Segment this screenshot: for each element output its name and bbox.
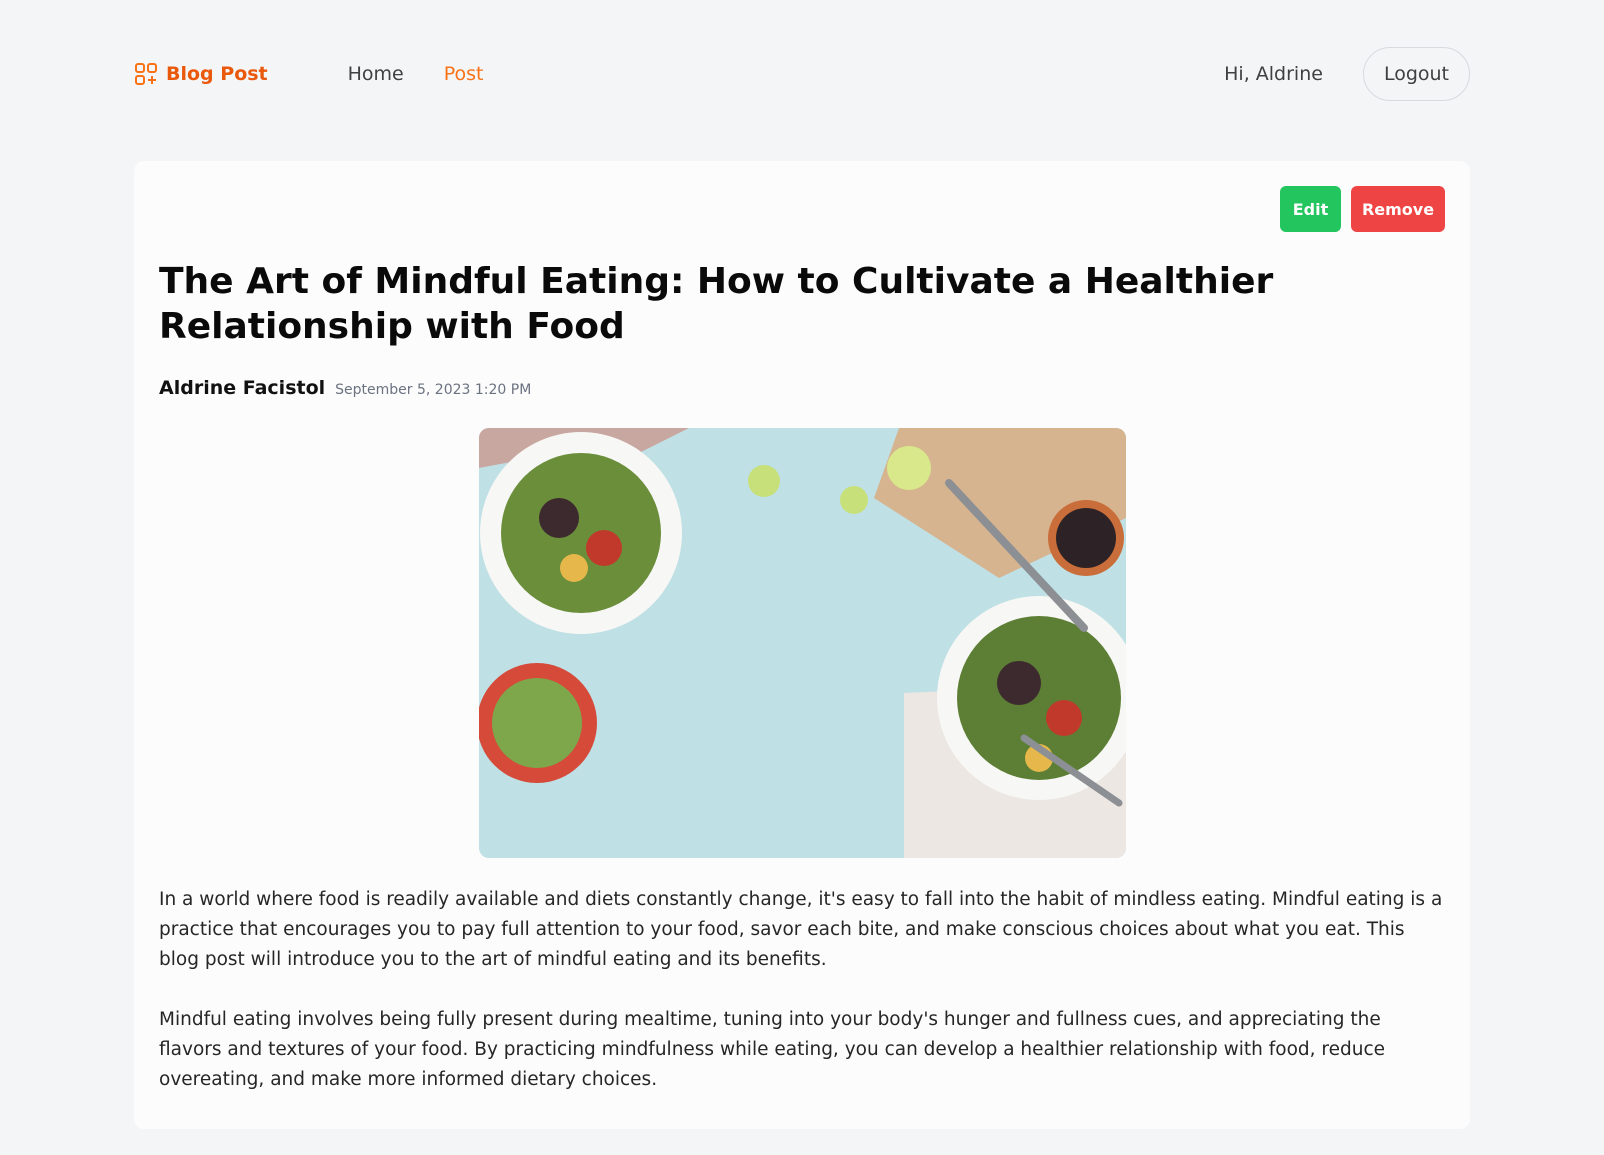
remove-button[interactable]: Remove <box>1351 186 1445 232</box>
top-navigation: Blog Post Home Post Hi, Aldrine Logout <box>134 46 1470 102</box>
brand-logo[interactable]: Blog Post <box>134 62 268 86</box>
post-author: Aldrine Facistol <box>159 377 326 399</box>
food-photo-illustration <box>479 428 1126 858</box>
post-paragraph: In a world where food is readily availab… <box>159 889 1443 970</box>
post-paragraph: Mindful eating involves being fully pres… <box>159 1009 1386 1090</box>
post-card: Edit Remove The Art of Mindful Eating: H… <box>134 161 1470 1129</box>
post-date: September 5, 2023 1:20 PM <box>335 382 532 398</box>
edit-button[interactable]: Edit <box>1280 186 1341 232</box>
user-greeting: Hi, Aldrine <box>1224 63 1323 85</box>
user-area: Hi, Aldrine Logout <box>1224 47 1470 101</box>
post-meta: Aldrine Facistol September 5, 2023 1:20 … <box>159 377 531 399</box>
nav-link-home[interactable]: Home <box>348 63 404 85</box>
grid-plus-icon <box>135 63 157 85</box>
main-nav: Home Post <box>348 63 484 85</box>
post-actions: Edit Remove <box>1280 186 1445 232</box>
logout-button[interactable]: Logout <box>1362 47 1470 101</box>
nav-link-post[interactable]: Post <box>444 63 484 85</box>
brand-name: Blog Post <box>166 63 268 85</box>
post-hero-image <box>479 428 1126 858</box>
post-title: The Art of Mindful Eating: How to Cultiv… <box>159 261 1274 347</box>
post-body: In a world where food is readily availab… <box>159 885 1449 1125</box>
